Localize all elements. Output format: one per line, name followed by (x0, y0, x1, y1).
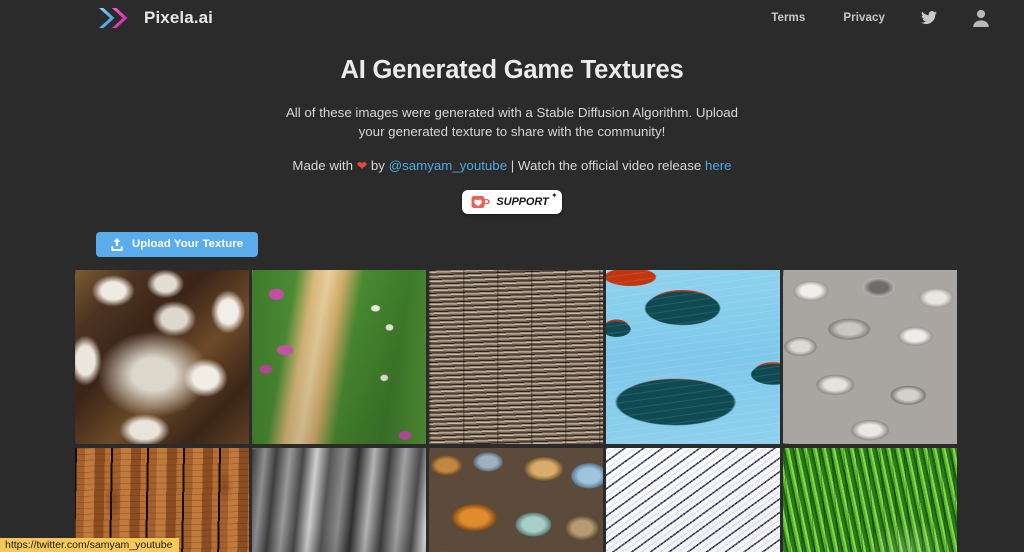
brand-name: Pixela.ai (144, 8, 213, 27)
texture-lava-water-map (606, 269, 780, 444)
texture-grass-dirt-path (252, 269, 426, 444)
hero-subtitle: All of these images were generated with … (252, 103, 772, 142)
heart-icon: ❤ (356, 159, 368, 174)
texture-white-rock (75, 269, 249, 444)
texture-colorful-stones (429, 447, 603, 552)
texture-tile-7[interactable] (252, 447, 426, 552)
hero-subtitle-line2: your generated texture to share with the… (358, 123, 666, 139)
upload-button-label: Upload Your Texture (132, 238, 244, 251)
site-header: Pixela.ai Terms Privacy (0, 0, 1024, 36)
texture-gray-cobblestone (783, 269, 957, 444)
texture-green-grass (783, 447, 957, 552)
texture-tile-10[interactable] (783, 447, 957, 552)
status-bar-url: https://twitter.com/samyam_youtube (0, 538, 179, 552)
support-button-wrap: SUPPORT ✦ (0, 189, 1024, 214)
texture-tile-9[interactable] (606, 447, 780, 552)
page-root: Pixela.ai Terms Privacy AI Generated Gam… (0, 0, 1024, 552)
credit-middle: | Watch the official video release (507, 158, 705, 174)
texture-striped-red-brick (429, 269, 603, 444)
upload-icon (111, 237, 123, 251)
video-release-link[interactable]: here (705, 158, 732, 173)
credit-by: by (367, 158, 389, 174)
support-button[interactable]: SUPPORT ✦ (462, 189, 562, 214)
texture-tile-4[interactable] (606, 269, 780, 444)
support-button-label: SUPPORT (496, 195, 549, 208)
texture-gray-rock-cliff (252, 447, 426, 552)
double-chevron-logo-icon (97, 5, 135, 31)
hero-section: AI Generated Game Textures All of these … (0, 36, 1024, 214)
texture-tile-8[interactable] (429, 447, 603, 552)
texture-tile-3[interactable] (429, 269, 603, 444)
nav-link-privacy[interactable]: Privacy (824, 12, 904, 24)
sparkle-icon: ✦ (550, 190, 558, 200)
hero-credit: Made with ❤ by @samyam_youtube | Watch t… (0, 157, 1024, 176)
texture-wood-planks (75, 447, 249, 552)
coffee-cup-heart-icon (471, 195, 491, 209)
upload-row: Upload Your Texture (0, 214, 1024, 257)
texture-tile-1[interactable] (75, 269, 249, 444)
texture-diagonal-pinstripe (606, 447, 780, 552)
texture-tile-5[interactable] (783, 269, 957, 444)
twitter-icon[interactable] (904, 11, 954, 25)
brand-logo-link[interactable]: Pixela.ai (97, 5, 213, 31)
hero-subtitle-line1: All of these images were generated with … (285, 104, 739, 120)
texture-gallery-grid (0, 269, 1024, 552)
texture-tile-6[interactable] (75, 447, 249, 552)
upload-your-texture-button[interactable]: Upload Your Texture (96, 231, 259, 257)
main-nav: Terms Privacy (752, 8, 1008, 28)
nav-link-terms[interactable]: Terms (752, 12, 824, 24)
credit-prefix: Made with (292, 158, 357, 174)
texture-tile-2[interactable] (252, 269, 426, 444)
credit-handle-link[interactable]: @samyam_youtube (389, 158, 507, 173)
user-avatar-icon[interactable] (954, 8, 1008, 28)
page-title: AI Generated Game Textures (340, 56, 684, 84)
